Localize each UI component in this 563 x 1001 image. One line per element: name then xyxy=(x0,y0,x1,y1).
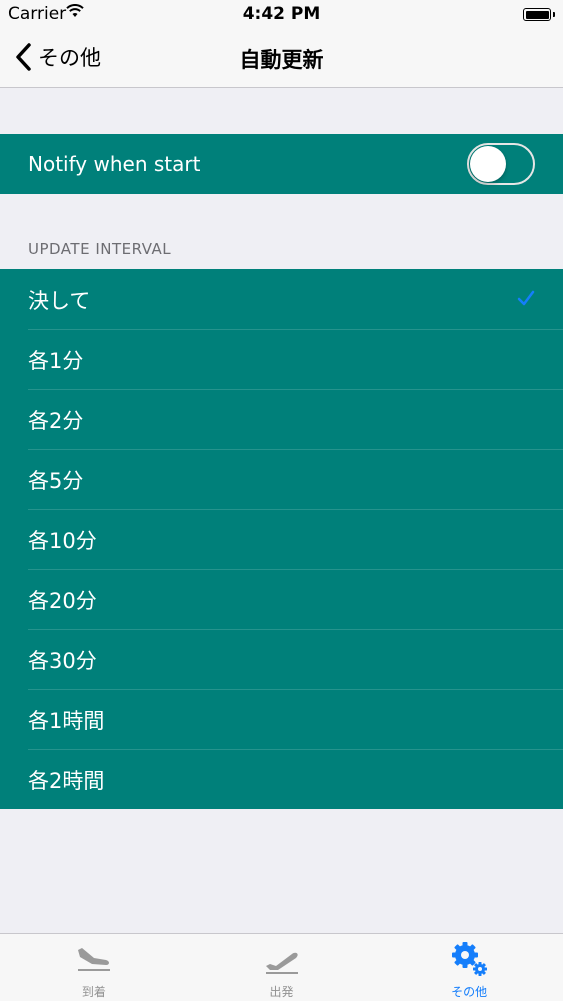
interval-option-label: 各10分 xyxy=(28,529,97,553)
tab-arrivals[interactable]: 到着 xyxy=(0,934,188,1001)
gears-icon xyxy=(452,942,488,976)
interval-option-label: 各5分 xyxy=(28,469,84,493)
tab-more-label: その他 xyxy=(451,985,488,999)
interval-option-1min[interactable]: 各1分 xyxy=(0,329,563,389)
update-interval-header: UPDATE INTERVAL xyxy=(28,240,172,258)
notify-when-start-switch[interactable] xyxy=(467,143,535,185)
interval-option-10min[interactable]: 各10分 xyxy=(0,509,563,569)
interval-option-label: 各2分 xyxy=(28,409,84,433)
interval-option-1hour[interactable]: 各1時間 xyxy=(0,689,563,749)
update-interval-list: 決して 各1分 各2分 各5分 各10分 各20分 各30分 各1時間 各2時間 xyxy=(0,269,563,809)
navigation-bar: その他 自動更新 xyxy=(0,28,563,88)
battery-icon xyxy=(523,8,555,21)
plane-landing-icon xyxy=(77,948,110,971)
interval-option-30min[interactable]: 各30分 xyxy=(0,629,563,689)
tab-arrivals-label: 到着 xyxy=(81,985,106,999)
notify-when-start-label: Notify when start xyxy=(28,152,201,176)
interval-option-label: 各2時間 xyxy=(28,769,105,793)
tab-departures[interactable]: 出発 xyxy=(188,934,376,1001)
status-time: 4:42 PM xyxy=(242,4,321,24)
interval-option-2hour[interactable]: 各2時間 xyxy=(0,749,563,809)
interval-option-label: 各1時間 xyxy=(28,709,105,733)
tab-more[interactable]: その他 xyxy=(375,934,563,1001)
tab-departures-label: 出発 xyxy=(269,985,294,999)
page-title: 自動更新 xyxy=(239,48,324,72)
interval-option-20min[interactable]: 各20分 xyxy=(0,569,563,629)
checkmark-icon xyxy=(517,290,535,306)
status-bar: Carrier 4:42 PM xyxy=(0,0,563,28)
switch-knob xyxy=(470,146,506,182)
interval-option-label: 各30分 xyxy=(28,649,97,673)
interval-option-5min[interactable]: 各5分 xyxy=(0,449,563,509)
interval-option-never[interactable]: 決して xyxy=(0,269,563,329)
interval-option-label: 決して xyxy=(28,289,91,313)
notify-when-start-row: Notify when start xyxy=(0,134,563,194)
interval-option-2min[interactable]: 各2分 xyxy=(0,389,563,449)
interval-option-label: 各20分 xyxy=(28,589,97,613)
interval-option-label: 各1分 xyxy=(28,349,84,373)
tab-bar: 到着 出発 その他 xyxy=(0,933,563,1001)
plane-takeoff-icon xyxy=(265,952,298,974)
